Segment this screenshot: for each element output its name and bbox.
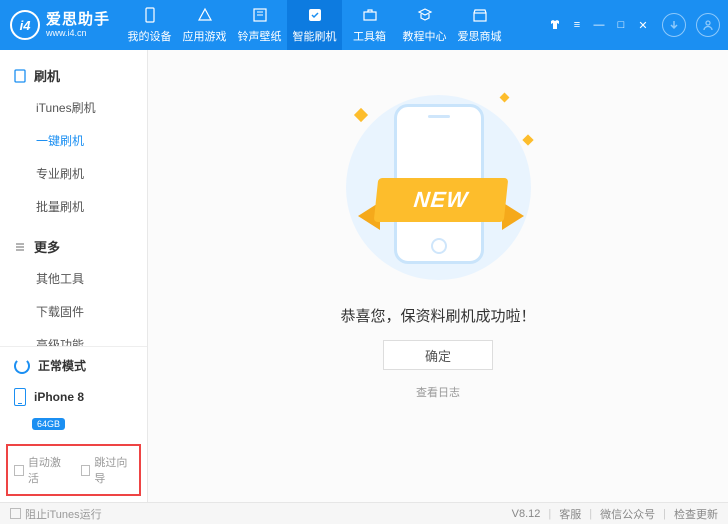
checkbox-icon — [10, 508, 21, 519]
nav-label: 工具箱 — [353, 28, 386, 44]
success-illustration: NEW — [338, 90, 538, 285]
tshirt-icon[interactable] — [546, 16, 564, 34]
device-info[interactable]: iPhone 8 — [0, 384, 147, 416]
mode-label: 正常模式 — [38, 357, 86, 374]
sidebar-item-download-firmware[interactable]: 下载固件 — [0, 295, 147, 328]
sidebar: 刷机 iTunes刷机 一键刷机 专业刷机 批量刷机 更多 其他工具 下载固件 … — [0, 50, 148, 502]
top-navigation: 我的设备 应用游戏 铃声壁纸 智能刷机 工具箱 教程中心 爱思商城 — [122, 0, 507, 50]
sidebar-group-more[interactable]: 更多 — [0, 231, 147, 262]
ok-button[interactable]: 确定 — [383, 340, 493, 370]
store-icon — [471, 6, 489, 24]
more-icon — [14, 241, 26, 253]
checkbox-icon — [14, 465, 24, 476]
nav-apps[interactable]: 应用游戏 — [177, 0, 232, 50]
checkbox-skip-wizard[interactable]: 跳过向导 — [81, 454, 134, 486]
menu-icon[interactable]: ≡ — [568, 16, 586, 34]
wechat-link[interactable]: 微信公众号 — [600, 506, 655, 522]
wallpaper-icon — [251, 6, 269, 24]
version-label: V8.12 — [512, 508, 541, 520]
nav-label: 教程中心 — [403, 28, 447, 44]
minimize-button[interactable]: — — [590, 16, 608, 34]
flash-icon — [306, 6, 324, 24]
checkbox-label: 自动激活 — [28, 454, 67, 486]
checkbox-auto-activate[interactable]: 自动激活 — [14, 454, 67, 486]
group-title: 更多 — [34, 237, 60, 256]
nav-store[interactable]: 爱思商城 — [452, 0, 507, 50]
success-message: 恭喜您，保资料刷机成功啦！ — [340, 305, 535, 326]
user-button[interactable] — [696, 13, 720, 37]
statusbar: 阻止iTunes运行 V8.12 | 客服 | 微信公众号 | 检查更新 — [0, 502, 728, 524]
main-content: NEW 恭喜您，保资料刷机成功啦！ 确定 查看日志 — [148, 50, 728, 502]
tutorial-icon — [416, 6, 434, 24]
sidebar-item-other-tools[interactable]: 其他工具 — [0, 262, 147, 295]
device-mode[interactable]: 正常模式 — [0, 347, 147, 384]
logo-icon: i4 — [10, 10, 40, 40]
nav-ringtones[interactable]: 铃声壁纸 — [232, 0, 287, 50]
app-name: 爱思助手 — [46, 12, 110, 27]
view-log-link[interactable]: 查看日志 — [416, 384, 460, 400]
phone-icon — [14, 69, 26, 83]
checkbox-icon — [81, 465, 91, 476]
support-link[interactable]: 客服 — [559, 506, 581, 522]
close-button[interactable]: ✕ — [634, 16, 652, 34]
nav-label: 爱思商城 — [458, 28, 502, 44]
sidebar-item-itunes-flash[interactable]: iTunes刷机 — [0, 91, 147, 124]
nav-label: 铃声壁纸 — [238, 28, 282, 44]
sidebar-item-oneclick-flash[interactable]: 一键刷机 — [0, 124, 147, 157]
app-url: www.i4.cn — [46, 29, 110, 38]
checkbox-label: 跳过向导 — [94, 454, 133, 486]
sidebar-item-batch-flash[interactable]: 批量刷机 — [0, 190, 147, 223]
device-name: iPhone 8 — [34, 390, 84, 404]
app-logo: i4 爱思助手 www.i4.cn — [10, 10, 110, 40]
toolbox-icon — [361, 6, 379, 24]
group-title: 刷机 — [34, 66, 60, 85]
phone-icon — [141, 6, 159, 24]
maximize-button[interactable]: □ — [612, 16, 630, 34]
ribbon-label: NEW — [374, 178, 509, 222]
nav-my-device[interactable]: 我的设备 — [122, 0, 177, 50]
nav-label: 我的设备 — [128, 28, 172, 44]
titlebar: i4 爱思助手 www.i4.cn 我的设备 应用游戏 铃声壁纸 智能刷机 工具… — [0, 0, 728, 50]
download-button[interactable] — [662, 13, 686, 37]
checkbox-block-itunes[interactable]: 阻止iTunes运行 — [10, 506, 102, 522]
nav-flash[interactable]: 智能刷机 — [287, 0, 342, 50]
nav-toolbox[interactable]: 工具箱 — [342, 0, 397, 50]
nav-tutorials[interactable]: 教程中心 — [397, 0, 452, 50]
nav-label: 应用游戏 — [183, 28, 227, 44]
sidebar-group-flash[interactable]: 刷机 — [0, 60, 147, 91]
storage-badge: 64GB — [32, 418, 65, 430]
activation-options: 自动激活 跳过向导 — [6, 444, 141, 496]
nav-label: 智能刷机 — [293, 28, 337, 44]
update-link[interactable]: 检查更新 — [674, 506, 718, 522]
checkbox-label: 阻止iTunes运行 — [25, 506, 102, 522]
refresh-icon — [14, 358, 30, 374]
titlebar-right: ≡ — □ ✕ — [546, 13, 720, 37]
phone-icon — [14, 388, 26, 406]
sidebar-item-pro-flash[interactable]: 专业刷机 — [0, 157, 147, 190]
sidebar-item-advanced[interactable]: 高级功能 — [0, 328, 147, 346]
apps-icon — [196, 6, 214, 24]
